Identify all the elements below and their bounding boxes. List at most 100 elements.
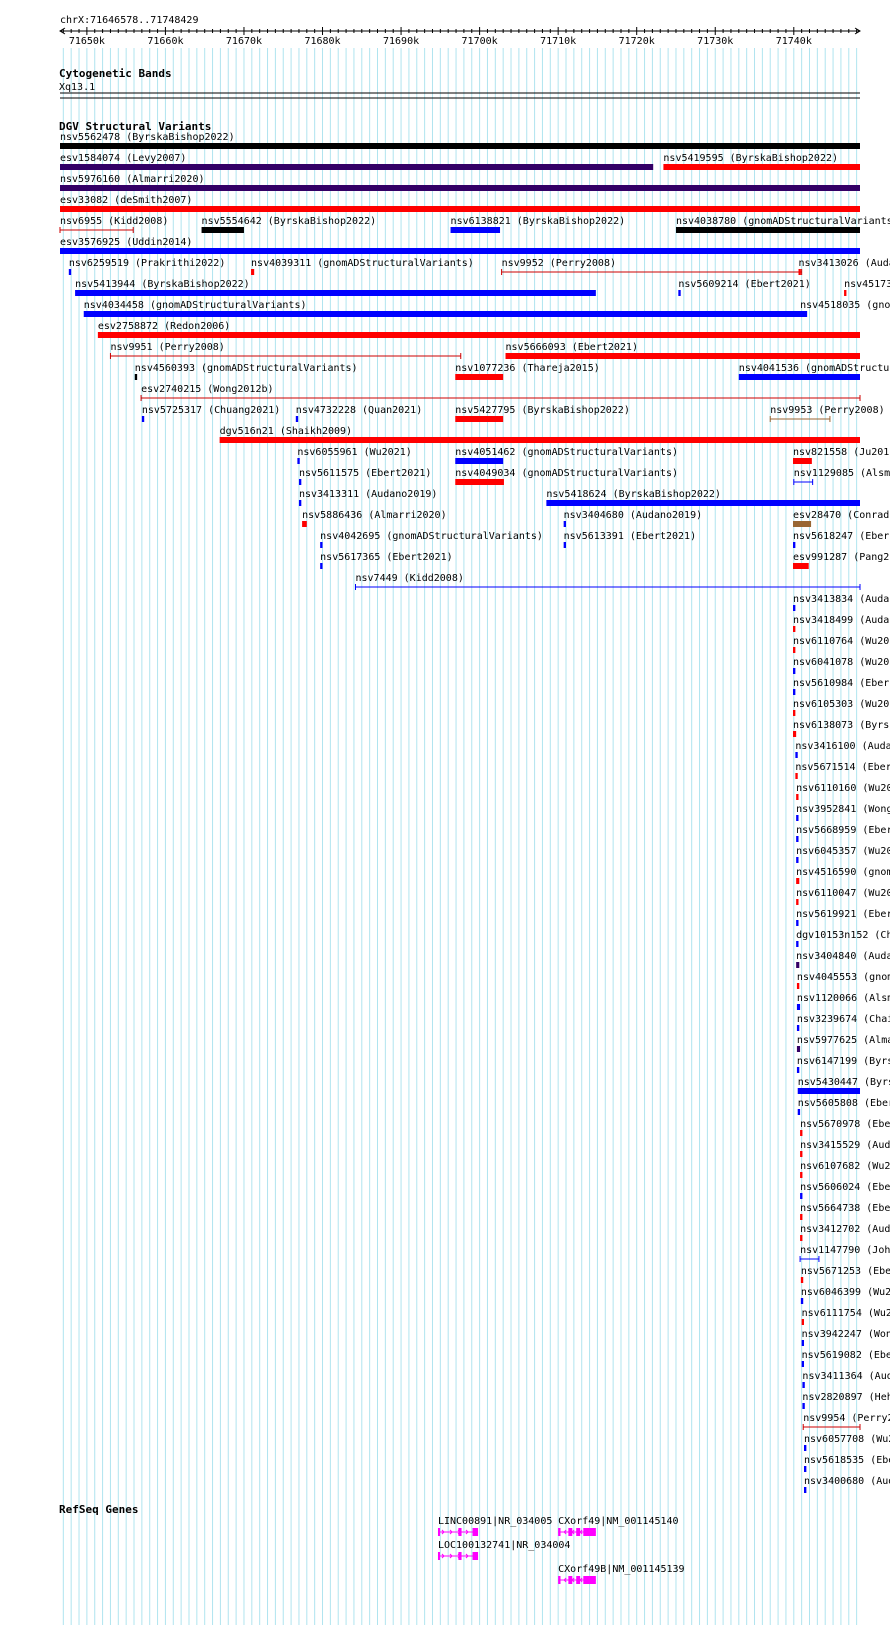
dgv-feature[interactable]: nsv4518035 (gnomADStructuralVariants) (800, 300, 890, 317)
dgv-feature-label[interactable]: nsv5413944 (ByrskaBishop2022) (75, 279, 250, 290)
dgv-feature[interactable]: nsv9954 (Perry2008) (802, 1413, 890, 1430)
dgv-feature[interactable]: nsv7449 (Kidd2008) (355, 573, 861, 590)
dgv-feature-label[interactable]: nsv2820897 (Hehir-Kwa2016) (802, 1392, 890, 1403)
dgv-feature[interactable]: nsv4045553 (gnomADStructuralVariants) (796, 972, 890, 989)
dgv-feature-label[interactable]: nsv5605808 (Ebert2021) (798, 1098, 890, 1109)
dgv-feature-tick[interactable] (800, 311, 804, 317)
dgv-feature[interactable]: esv28470 (Conrad2009) (793, 510, 890, 527)
gene-exon[interactable] (437, 1528, 440, 1536)
dgv-feature-label[interactable]: nsv6046399 (Wu2021) (801, 1287, 890, 1298)
dgv-feature[interactable]: nsv6110764 (Wu2021) (793, 636, 890, 653)
dgv-feature-label[interactable]: nsv4038780 (gnomADStructuralVariants) (676, 216, 890, 227)
refseq-track-title[interactable]: RefSeq Genes (59, 1503, 138, 1516)
dgv-feature-tick[interactable] (298, 500, 302, 506)
dgv-feature[interactable]: nsv5419595 (ByrskaBishop2022) (663, 153, 860, 170)
gene-exon[interactable] (558, 1576, 561, 1584)
dgv-feature[interactable]: nsv9951 (Perry2008) (109, 342, 462, 359)
dgv-feature-label[interactable]: esv2740215 (Wong2012b) (141, 384, 273, 395)
dgv-feature-label[interactable]: esv28470 (Conrad2009) (793, 510, 890, 521)
dgv-feature-label[interactable]: nsv3400680 (Audano2019) (804, 1476, 890, 1487)
dgv-feature[interactable]: nsv3404680 (Audano2019) (563, 510, 702, 527)
dgv-feature-label[interactable]: nsv3942247 (Wong2013) (802, 1329, 890, 1340)
dgv-feature-bar[interactable] (455, 416, 504, 422)
dgv-feature[interactable]: nsv5619921 (Ebert2021) (796, 909, 890, 926)
dgv-feature-label[interactable]: nsv4051462 (gnomADStructuralVariants) (455, 447, 678, 458)
dgv-feature-label[interactable]: nsv5554642 (ByrskaBishop2022) (202, 216, 377, 227)
dgv-feature[interactable]: nsv3412702 (Audano2019) (800, 1224, 890, 1241)
dgv-feature-tick[interactable] (251, 269, 255, 275)
dgv-feature-tick[interactable] (844, 290, 847, 296)
dgv-feature[interactable]: nsv5418624 (ByrskaBishop2022) (546, 489, 860, 506)
dgv-feature-label[interactable]: nsv5671514 (Ebert2021) (795, 762, 890, 773)
dgv-feature-tick[interactable] (563, 542, 567, 548)
dgv-feature-tick[interactable] (795, 773, 798, 779)
dgv-feature-bar[interactable] (797, 1088, 860, 1094)
dgv-feature-tick[interactable] (298, 479, 302, 485)
dgv-feature-bar[interactable] (450, 227, 501, 233)
dgv-feature[interactable]: nsv4516590 (gnomADStructuralVariants) (796, 867, 890, 884)
dgv-feature-tick[interactable] (798, 269, 801, 275)
dgv-feature-label[interactable]: nsv5430447 (ByrskaBishop2022) (798, 1077, 890, 1088)
dgv-feature-label[interactable]: nsv5666093 (Ebert2021) (506, 342, 638, 353)
dgv-feature[interactable]: esv2758872 (Redon2006) (97, 321, 860, 338)
dgv-feature[interactable]: nsv5562478 (ByrskaBishop2022) (60, 132, 860, 149)
dgv-feature-label[interactable]: nsv3952841 (Wong2013) (796, 804, 890, 815)
dgv-feature-label[interactable]: esv3576925 (Uddin2014) (60, 237, 192, 248)
cytoband-label[interactable]: Xq13.1 (59, 82, 95, 93)
dgv-feature-tick[interactable] (801, 1361, 805, 1367)
dgv-feature-tick[interactable] (800, 1130, 803, 1136)
dgv-feature-tick[interactable] (802, 1382, 805, 1388)
dgv-feature[interactable]: nsv9953 (Perry2008) (769, 405, 885, 422)
dgv-feature-bar[interactable] (663, 164, 860, 170)
dgv-feature[interactable]: nsv5976160 (Almarri2020) (60, 174, 860, 191)
dgv-feature[interactable]: nsv3413026 (Audano2019) (798, 258, 890, 275)
dgv-feature-label[interactable]: nsv4049034 (gnomADStructuralVariants) (455, 468, 678, 479)
dgv-feature-tick[interactable] (796, 899, 799, 905)
dgv-feature-label[interactable]: esv991287 (Pang2010) (793, 552, 890, 563)
dgv-feature-label[interactable]: nsv4034458 (gnomADStructuralVariants) (84, 300, 307, 311)
dgv-feature-tick[interactable] (800, 1277, 804, 1283)
dgv-feature-bar[interactable] (455, 374, 504, 380)
dgv-feature[interactable]: nsv2820897 (Hehir-Kwa2016) (802, 1392, 890, 1409)
dgv-feature[interactable]: esv991287 (Pang2010) (793, 552, 890, 569)
dgv-feature[interactable]: nsv6138821 (ByrskaBishop2022) (450, 216, 626, 233)
dgv-feature-bar[interactable] (793, 458, 812, 464)
dgv-feature[interactable]: nsv5618247 (Ebert2021) (793, 531, 890, 548)
dgv-feature[interactable]: nsv4038780 (gnomADStructuralVariants) (675, 216, 890, 233)
dgv-feature-label[interactable]: nsv6057708 (Wu2021) (804, 1434, 890, 1445)
dgv-feature-label[interactable]: nsv5606024 (Ebert2021) (800, 1182, 890, 1193)
dgv-feature-label[interactable]: nsv5419595 (ByrskaBishop2022) (663, 153, 838, 164)
dgv-feature-tick[interactable] (678, 290, 681, 296)
dgv-feature-label[interactable]: nsv4560393 (gnomADStructuralVariants) (135, 363, 358, 374)
dgv-feature-label[interactable]: nsv3413834 (Audano2019) (793, 594, 890, 605)
gene-exon[interactable] (583, 1576, 596, 1584)
dgv-feature[interactable]: nsv4560393 (gnomADStructuralVariants) (134, 363, 358, 380)
dgv-feature-tick[interactable] (800, 1235, 803, 1241)
dgv-feature-label[interactable]: nsv5977625 (Almarri2020) (797, 1035, 890, 1046)
dgv-feature[interactable]: nsv5666093 (Ebert2021) (505, 342, 860, 359)
dgv-feature-tick[interactable] (795, 752, 798, 758)
dgv-feature-label[interactable]: nsv6105303 (Wu2021) (793, 699, 890, 710)
dgv-feature-label[interactable]: nsv1077236 (Thareja2015) (455, 363, 600, 374)
dgv-feature-label[interactable]: nsv5671253 (Ebert2021) (801, 1266, 890, 1277)
dgv-feature-tick[interactable] (804, 1487, 807, 1493)
dgv-feature[interactable]: nsv5619082 (Ebert2021) (801, 1350, 890, 1367)
dgv-feature-label[interactable]: nsv6147199 (ByrskaBishop2022) (797, 1056, 890, 1067)
dgv-feature-label[interactable]: nsv3239674 (Chaisson2015) (797, 1014, 890, 1025)
dgv-feature[interactable]: nsv3239674 (Chaisson2015) (796, 1014, 890, 1031)
dgv-feature-bar[interactable] (201, 227, 244, 233)
dgv-feature[interactable]: nsv1077236 (Thareja2015) (455, 363, 600, 380)
dgv-feature-bar[interactable] (505, 353, 860, 359)
dgv-feature[interactable]: nsv5664738 (Ebert2021) (800, 1203, 890, 1220)
dgv-feature-bar[interactable] (97, 332, 860, 338)
dgv-feature-label[interactable]: esv1584074 (Levy2007) (60, 153, 186, 164)
dgv-feature-tick[interactable] (802, 1403, 805, 1409)
dgv-feature-label[interactable]: nsv5427795 (ByrskaBishop2022) (455, 405, 630, 416)
dgv-feature-tick[interactable] (796, 962, 800, 968)
dgv-feature-bar[interactable] (455, 458, 504, 464)
dgv-feature[interactable]: nsv5611575 (Ebert2021) (298, 468, 431, 485)
dgv-feature-tick[interactable] (796, 920, 799, 926)
dgv-feature-label[interactable]: nsv4518035 (gnomADStructuralVariants) (800, 300, 890, 311)
dgv-feature[interactable]: esv1584074 (Levy2007) (60, 153, 654, 170)
dgv-feature[interactable]: nsv6110047 (Wu2021) (796, 888, 890, 905)
